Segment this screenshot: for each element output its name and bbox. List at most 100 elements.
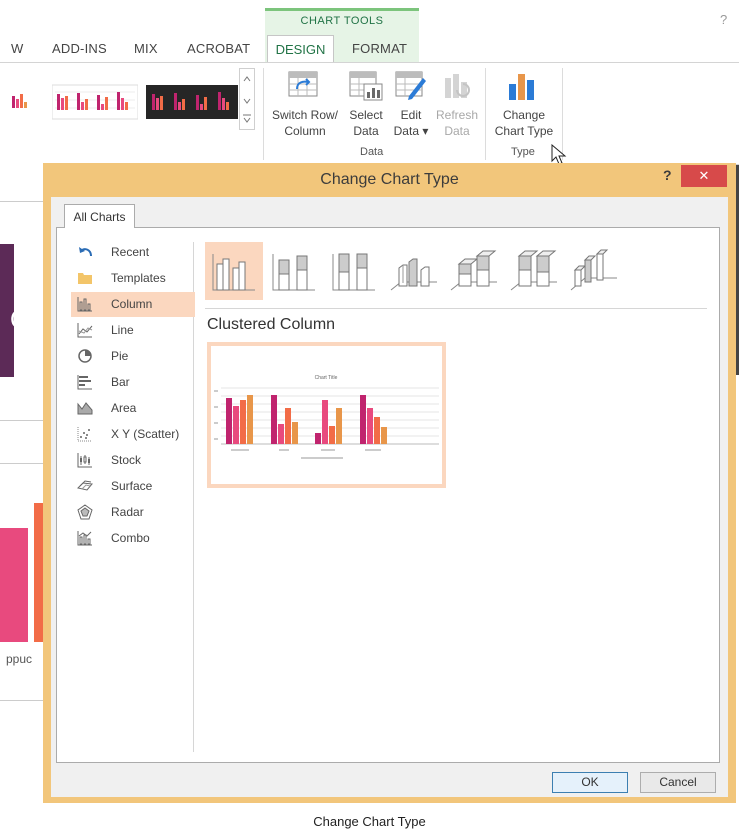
preview-chart-title: Chart Title [315, 375, 338, 381]
selected-subtype-title: Clustered Column [207, 316, 336, 333]
cancel-button[interactable]: Cancel [640, 772, 716, 793]
refresh-data-label-2: Data [444, 124, 470, 138]
chart-style-thumb-3[interactable] [146, 82, 238, 122]
change-chart-type-button[interactable]: Change Chart Type [490, 107, 558, 139]
chart-type-panel: Recent Templates Column Line Pie Bar Are… [56, 227, 720, 763]
tab-all-charts[interactable]: All Charts [64, 204, 135, 228]
refresh-data-label-1: Refresh [435, 108, 479, 122]
category-line[interactable]: Line [71, 318, 195, 343]
preview-chart: Chart Title [214, 375, 439, 459]
area-chart-icon [77, 402, 93, 415]
change-chart-type-label-1: Change [502, 108, 546, 122]
select-data-label-2: Data [353, 124, 379, 138]
ok-button[interactable]: OK [552, 772, 628, 793]
subtype-separator [205, 308, 707, 309]
combo-chart-icon [77, 531, 92, 546]
category-label: Stock [111, 453, 142, 467]
help-icon[interactable]: ? [720, 12, 727, 27]
tab-format[interactable]: FORMAT [352, 41, 407, 56]
select-data-label-1: Select [349, 108, 383, 122]
gallery-scroll-controls[interactable] [239, 68, 255, 130]
refresh-data-icon [445, 74, 470, 98]
templates-folder-icon [78, 273, 92, 284]
pie-chart-icon [78, 349, 92, 363]
clustered-column-icon[interactable] [205, 242, 263, 300]
switch-row-column-label-1: Switch Row/ [271, 108, 339, 122]
category-templates[interactable]: Templates [71, 266, 195, 291]
category-surface[interactable]: Surface [71, 474, 195, 499]
radar-chart-icon [77, 504, 93, 520]
chart-preview-canvas: Chart Title [211, 346, 442, 484]
category-bar[interactable]: Bar [71, 370, 195, 395]
select-data-icon[interactable] [349, 70, 383, 102]
edit-data-label-2: Data ▾ [393, 124, 429, 138]
category-label: Recent [111, 245, 150, 259]
change-chart-type-icon[interactable] [508, 70, 536, 102]
category-label: Combo [111, 531, 150, 545]
edit-data-icon[interactable] [395, 70, 427, 102]
switch-row-column-label-2: Column [284, 124, 326, 138]
background-partial-label: ppuc [6, 652, 33, 666]
background-bar [0, 528, 28, 642]
tab-mix[interactable]: MIX [134, 41, 158, 56]
select-data-button[interactable]: Select Data [344, 107, 388, 139]
refresh-data-button: Refresh Data [433, 107, 481, 139]
group-label-data: Data [360, 146, 384, 158]
dialog-help-icon[interactable]: ? [663, 167, 672, 183]
dialog-title: Change Chart Type [320, 171, 459, 188]
category-label: Radar [111, 505, 144, 519]
category-pie[interactable]: Pie [71, 344, 195, 369]
change-chart-type-label-2: Chart Type [494, 124, 554, 138]
tab-add-ins[interactable]: ADD-INS [52, 41, 107, 56]
line-chart-icon [77, 323, 93, 338]
tab-view[interactable]: W [11, 41, 23, 56]
stock-chart-icon [77, 453, 92, 468]
category-label: Column [111, 297, 153, 311]
chart-tools-label: CHART TOOLS [300, 15, 384, 27]
edit-data-button[interactable]: Edit Data ▾ [390, 107, 432, 139]
group-label-type: Type [511, 146, 535, 158]
recent-icon [79, 247, 92, 257]
switch-row-column-icon[interactable] [287, 70, 319, 100]
surface-chart-icon [77, 480, 93, 491]
background-gridline [0, 420, 44, 421]
category-radar[interactable]: Radar [71, 500, 195, 525]
bar-chart-icon [77, 375, 92, 390]
change-chart-type-dialog: Change Chart Type ? ✕ All Charts Recent … [43, 163, 736, 803]
chart-style-thumb-2[interactable] [52, 82, 138, 122]
category-scatter[interactable]: X Y (Scatter) [71, 422, 195, 447]
category-stock[interactable]: Stock [71, 448, 195, 473]
category-label: Line [111, 323, 134, 337]
chart-preview[interactable]: Chart Title [207, 342, 446, 488]
background-letter-q: Q [10, 304, 31, 334]
chart-style-thumb-1[interactable] [10, 82, 44, 122]
scatter-chart-icon [77, 427, 92, 442]
tab-acrobat[interactable]: ACROBAT [187, 41, 250, 56]
background-gridline [0, 463, 44, 464]
3d-stacked-column-icon[interactable] [445, 242, 503, 300]
category-label: X Y (Scatter) [111, 427, 180, 441]
category-label: Bar [111, 375, 130, 389]
3d-column-icon[interactable] [565, 242, 623, 300]
3d-100-stacked-column-icon[interactable] [505, 242, 563, 300]
ribbon-separator [263, 68, 264, 160]
dialog-close-button[interactable]: ✕ [681, 165, 727, 187]
category-recent[interactable]: Recent [71, 240, 195, 265]
edit-data-label-1: Edit [400, 108, 422, 122]
category-combo[interactable]: Combo [71, 526, 195, 551]
100-stacked-column-icon[interactable] [325, 242, 383, 300]
column-chart-icon [77, 297, 92, 312]
category-label: Templates [111, 271, 166, 285]
switch-row-column-button[interactable]: Switch Row/ Column [268, 107, 342, 139]
background-gridline [0, 201, 44, 202]
category-label: Area [111, 401, 137, 415]
category-label: Surface [111, 479, 153, 493]
dialog-content: All Charts Recent Templates Column Line [51, 197, 728, 797]
category-area[interactable]: Area [71, 396, 195, 421]
background-gridline [0, 700, 44, 701]
tab-design[interactable]: DESIGN [267, 35, 334, 63]
ribbon-tab-bar: W ADD-INS MIX ACROBAT CHART TOOLS DESIGN… [0, 0, 739, 64]
stacked-column-icon[interactable] [265, 242, 323, 300]
category-column[interactable]: Column [71, 292, 195, 317]
3d-clustered-column-icon[interactable] [385, 242, 443, 300]
